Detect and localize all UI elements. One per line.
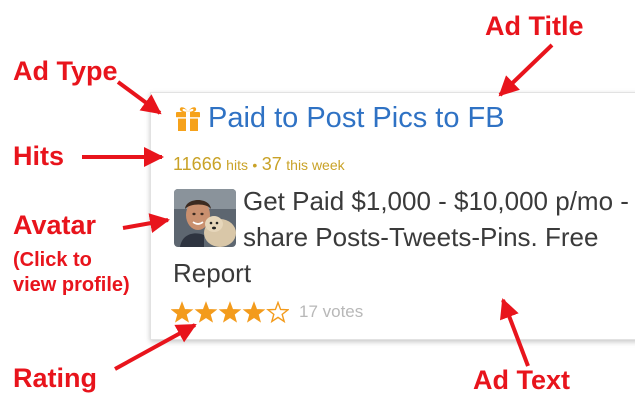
annotation-avatar: Avatar [13,210,97,240]
star-filled-icon[interactable] [194,301,218,323]
arrow-ad-title [498,43,554,97]
annotation-rating: Rating [13,363,97,393]
avatar-photo [174,189,236,247]
gift-icon [176,107,200,131]
ad-title-link[interactable]: Paid to Post Pics to FB [208,103,505,133]
rating-stars[interactable] [171,301,289,323]
star-filled-icon[interactable] [242,301,266,323]
ad-explainer-figure: Ad Type Ad Title Hits Avatar (Click to v… [0,0,635,396]
ad-text: Get Paid $1,000 - $10,000 p/mo - share P… [173,186,629,288]
annotation-ad-type: Ad Type [13,56,118,86]
hits-stats: 11666 hits • 37 this week [173,154,345,175]
week-label: this week [286,157,345,173]
star-empty-icon[interactable] [266,301,289,323]
week-count: 37 [261,154,282,174]
stats-separator: • [252,157,258,173]
star-filled-icon[interactable] [171,301,194,323]
hits-label: hits [226,157,248,173]
star-filled-icon[interactable] [218,301,242,323]
annotation-ad-text: Ad Text [473,365,571,395]
votes-count: 17 votes [299,302,364,321]
ad-card: Paid to Post Pics to FB 11666 hits • 37 … [150,92,635,340]
annotation-ad-title: Ad Title [485,11,584,41]
annotation-hits: Hits [13,141,65,171]
ad-title-row: Paid to Post Pics to FB [173,103,505,133]
avatar[interactable] [174,189,236,247]
annotation-avatar-note: (Click to view profile) [13,249,130,296]
rating[interactable]: 17 votes [171,301,363,323]
hits-count: 11666 [173,154,222,174]
